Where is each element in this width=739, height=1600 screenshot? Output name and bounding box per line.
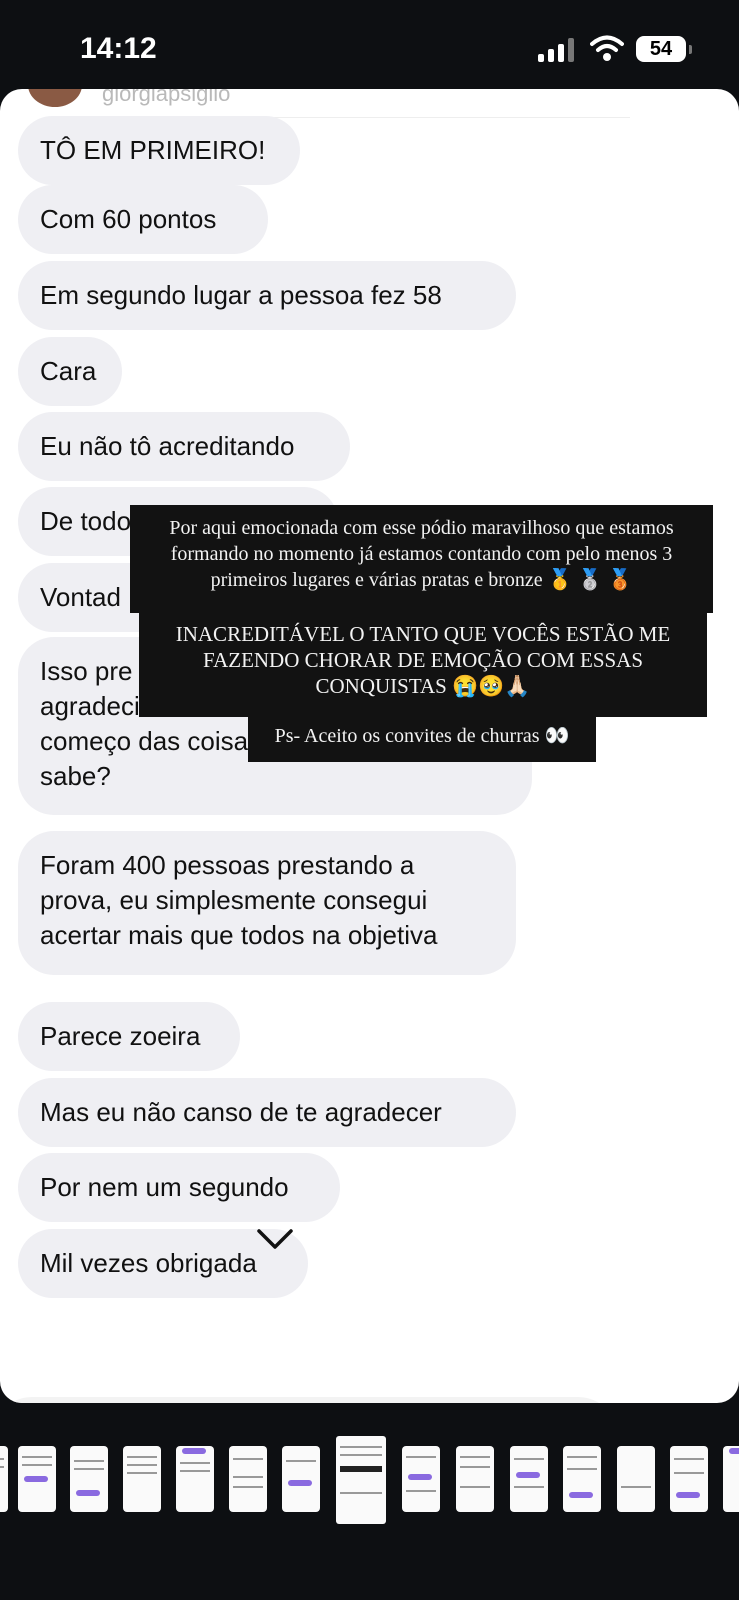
- story-overlay-text-2: INACREDITÁVEL O TANTO QUE VOCÊS ESTÃO ME…: [139, 613, 707, 717]
- message-bubble[interactable]: Foram 400 pessoas prestando a prova, eu …: [18, 831, 516, 975]
- avatar[interactable]: [28, 89, 82, 107]
- story-overlay-text-1: Por aqui emocionada com esse pódio marav…: [130, 505, 713, 613]
- chevron-down-icon[interactable]: [256, 1228, 294, 1250]
- message-bubble[interactable]: Cara: [18, 337, 122, 406]
- story-thumbnail[interactable]: [229, 1446, 267, 1512]
- story-thumbnail[interactable]: [0, 1446, 8, 1512]
- story-thumbnail[interactable]: [563, 1446, 601, 1512]
- battery-indicator: 54: [636, 36, 692, 62]
- message-bubble[interactable]: Parece zoeira: [18, 1002, 240, 1071]
- story-thumbnail[interactable]: [176, 1446, 214, 1512]
- cellular-signal-icon: [538, 38, 578, 62]
- story-thumbnail[interactable]: [510, 1446, 548, 1512]
- story-thumbnail[interactable]: [123, 1446, 161, 1512]
- story-thumbnail-strip: [0, 1428, 739, 1528]
- story-thumbnail[interactable]: [456, 1446, 494, 1512]
- story-thumbnail[interactable]: [70, 1446, 108, 1512]
- story-thumbnail[interactable]: [670, 1446, 708, 1512]
- story-overlay-text-3: Ps- Aceito os convites de churras 👀: [248, 712, 596, 762]
- message-composer: [0, 1397, 618, 1403]
- chat-username[interactable]: giorgiapsigilo: [102, 89, 230, 107]
- story-thumbnail[interactable]: [282, 1446, 320, 1512]
- message-bubble[interactable]: Em segundo lugar a pessoa fez 58: [18, 261, 516, 330]
- story-thumbnail[interactable]: [723, 1446, 739, 1512]
- chat-panel: giorgiapsigilo TÔ EM PRIMEIRO! Com 60 po…: [0, 89, 739, 1403]
- status-time: 14:12: [80, 32, 157, 65]
- story-thumbnail[interactable]: [18, 1446, 56, 1512]
- story-thumbnail-active[interactable]: [336, 1436, 386, 1524]
- message-bubble[interactable]: Eu não tô acreditando: [18, 412, 350, 481]
- wifi-icon: [590, 35, 624, 61]
- story-thumbnail[interactable]: [617, 1446, 655, 1512]
- message-bubble[interactable]: Com 60 pontos: [18, 185, 268, 254]
- message-bubble[interactable]: TÔ EM PRIMEIRO!: [18, 116, 300, 185]
- message-bubble[interactable]: Por nem um segundo: [18, 1153, 340, 1222]
- story-thumbnail[interactable]: [402, 1446, 440, 1512]
- message-bubble[interactable]: Mas eu não canso de te agradecer: [18, 1078, 516, 1147]
- status-bar: 14:12 54: [0, 0, 739, 90]
